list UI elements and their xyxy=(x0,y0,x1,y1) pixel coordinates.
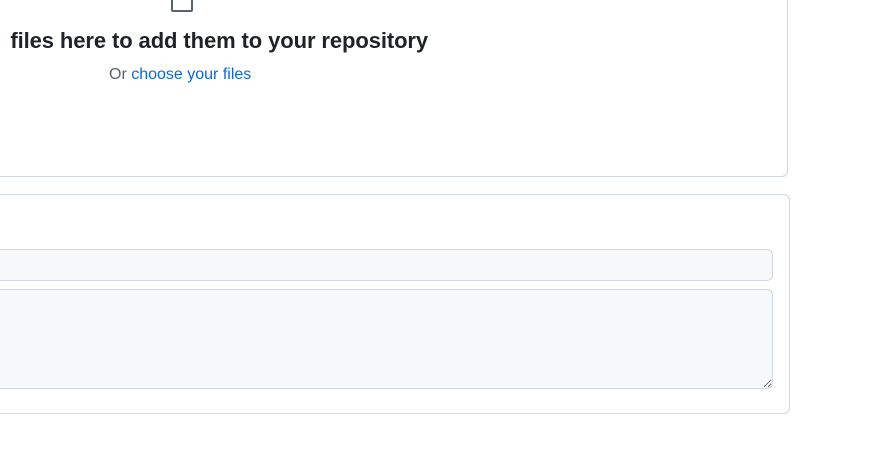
dropzone-subtext-prefix: Or xyxy=(109,66,132,83)
choose-files-link[interactable]: choose your files xyxy=(131,66,251,83)
dropzone-subtext: Or choose your files xyxy=(109,66,251,84)
dropzone-heading: files here to add them to your repositor… xyxy=(10,28,428,53)
commit-description-textarea[interactable] xyxy=(0,289,773,389)
upload-page: files here to add them to your repositor… xyxy=(0,0,893,469)
commit-summary-input[interactable] xyxy=(0,249,773,281)
file-icon xyxy=(171,0,193,12)
file-dropzone[interactable] xyxy=(0,0,788,177)
